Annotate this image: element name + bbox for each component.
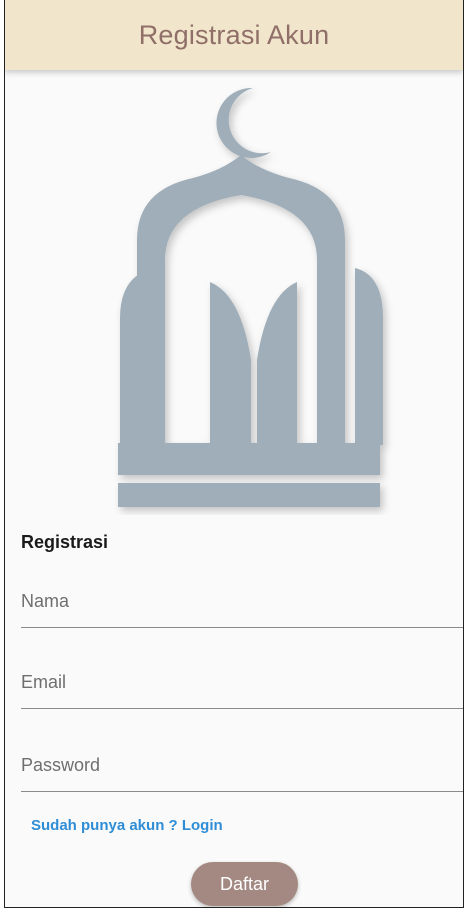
email-field[interactable] bbox=[21, 657, 463, 709]
login-link[interactable]: Sudah punya akun ? Login bbox=[31, 817, 223, 834]
page-title: Registrasi Akun bbox=[138, 19, 330, 50]
section-title: Registrasi bbox=[21, 532, 109, 552]
app-bar: Registrasi Akun bbox=[5, 0, 463, 70]
registration-screen: Registrasi Akun Registrasi Sudah punya a… bbox=[4, 0, 464, 908]
password-input[interactable] bbox=[21, 740, 463, 791]
daftar-button[interactable]: Daftar bbox=[191, 862, 298, 906]
nama-field[interactable] bbox=[21, 576, 463, 628]
mosque-crescent-icon bbox=[118, 87, 383, 507]
nama-input[interactable] bbox=[21, 576, 463, 627]
password-field[interactable] bbox=[21, 740, 463, 792]
email-input[interactable] bbox=[21, 657, 463, 708]
